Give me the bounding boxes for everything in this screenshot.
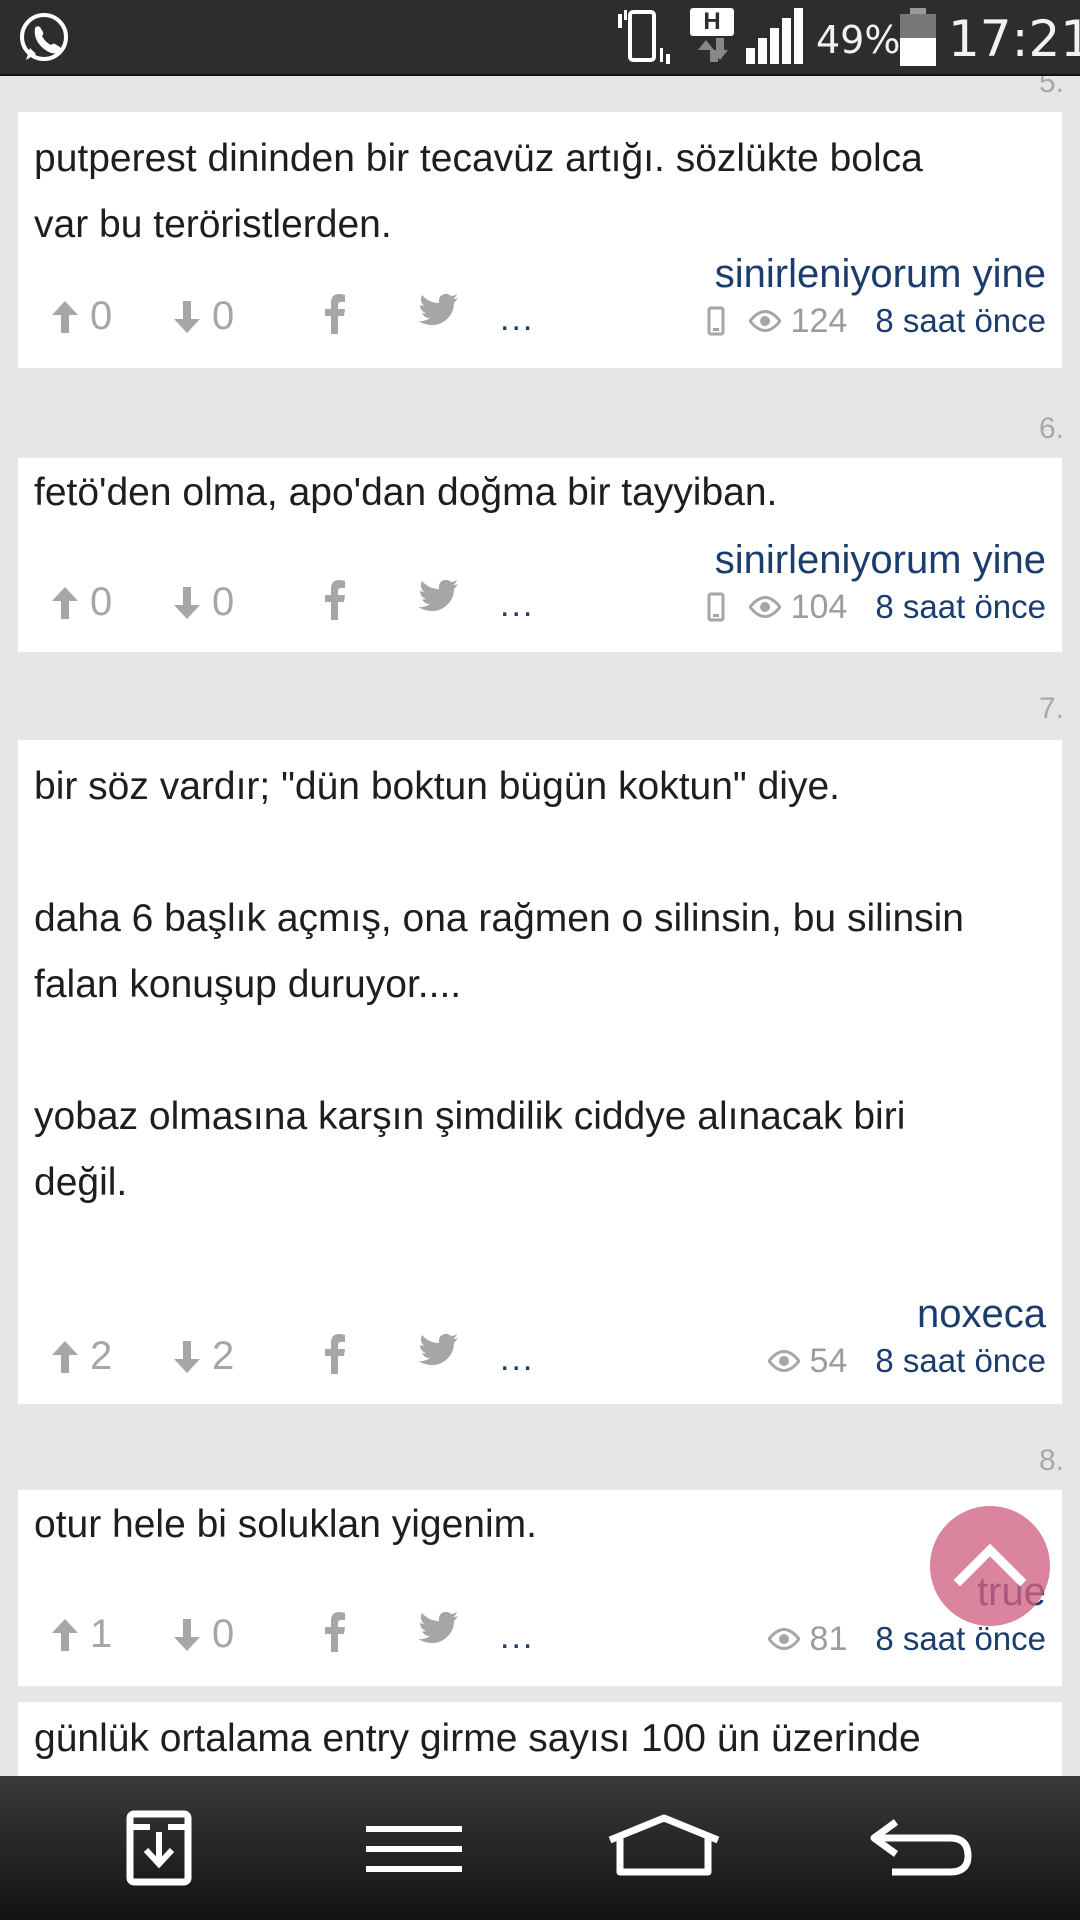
entry-text: günlük ortalama entry girme sayısı 100 ü… bbox=[34, 1717, 921, 1760]
facebook-icon bbox=[325, 1612, 345, 1652]
arrow-up-icon bbox=[52, 1340, 78, 1373]
entry-card: otur hele bi soluklan yigenim. true 1 0 … bbox=[18, 1490, 1062, 1686]
arrow-down-icon bbox=[174, 300, 200, 333]
vibrate-icon bbox=[618, 10, 670, 64]
upvote-count: 0 bbox=[90, 580, 113, 624]
downvote-button[interactable]: 0 bbox=[172, 1612, 234, 1657]
facebook-share-button[interactable] bbox=[324, 294, 346, 334]
navigation-bar bbox=[0, 1776, 1080, 1920]
entry-card: bir söz vardır; "dün boktun bügün koktun… bbox=[18, 740, 1062, 1404]
twitter-share-button[interactable] bbox=[418, 580, 458, 614]
mobile-icon bbox=[707, 592, 725, 622]
facebook-share-button[interactable] bbox=[324, 1612, 346, 1652]
entry-time[interactable]: 8 saat önce bbox=[875, 1342, 1046, 1380]
arrow-down-icon bbox=[174, 1618, 200, 1651]
more-options-button[interactable]: ... bbox=[500, 300, 534, 339]
entry-card: fetö'den olma, apo'dan doğma bir tayyiba… bbox=[18, 458, 1062, 652]
upvote-count: 1 bbox=[90, 1612, 113, 1656]
whatsapp-icon bbox=[20, 13, 68, 61]
entry-number: 5. bbox=[1038, 76, 1064, 99]
twitter-icon bbox=[418, 580, 458, 612]
upvote-button[interactable]: 1 bbox=[50, 1612, 112, 1657]
twitter-share-button[interactable] bbox=[418, 1612, 458, 1646]
view-count: 124 bbox=[790, 301, 848, 340]
network-type-label: H bbox=[690, 8, 734, 36]
entry-author[interactable]: sinirleniyorum yine bbox=[715, 538, 1046, 583]
upvote-button[interactable]: 0 bbox=[50, 580, 112, 625]
status-bar: H 49% 17:21 bbox=[0, 0, 1080, 76]
facebook-share-button[interactable] bbox=[324, 1334, 346, 1374]
eye-icon bbox=[748, 310, 781, 332]
entry-number: 7. bbox=[1038, 692, 1064, 725]
entry-author[interactable]: sinirleniyorum yine bbox=[715, 252, 1046, 297]
facebook-icon bbox=[325, 1334, 345, 1374]
scroll-to-top-button[interactable] bbox=[930, 1506, 1050, 1626]
entry-text: otur hele bi soluklan yigenim. bbox=[34, 1503, 537, 1546]
downvote-count: 0 bbox=[212, 294, 235, 338]
arrow-up-icon bbox=[52, 1618, 78, 1651]
eye-icon bbox=[748, 596, 781, 618]
network-type-icon: H bbox=[690, 8, 738, 66]
downvote-button[interactable]: 0 bbox=[172, 580, 234, 625]
view-count: 81 bbox=[809, 1619, 848, 1658]
facebook-icon bbox=[325, 580, 345, 620]
entry-time[interactable]: 8 saat önce bbox=[875, 302, 1046, 340]
eye-icon bbox=[767, 1350, 800, 1372]
arrow-up-icon bbox=[52, 300, 78, 333]
entry-text: fetö'den olma, apo'dan doğma bir tayyiba… bbox=[34, 471, 778, 514]
more-options-button[interactable]: ... bbox=[500, 1340, 534, 1379]
twitter-share-button[interactable] bbox=[418, 294, 458, 328]
twitter-icon bbox=[418, 1612, 458, 1644]
battery-percent: 49% bbox=[816, 18, 901, 62]
entry-card: putperest dininden bir tecavüz artığı. s… bbox=[18, 112, 1062, 368]
upvote-button[interactable]: 2 bbox=[50, 1334, 112, 1379]
downvote-count: 2 bbox=[212, 1334, 235, 1378]
downvote-count: 0 bbox=[212, 1612, 235, 1656]
arrow-up-icon bbox=[52, 586, 78, 619]
facebook-icon bbox=[325, 294, 345, 334]
entry-card: günlük ortalama entry girme sayısı 100 ü… bbox=[18, 1702, 1062, 1776]
twitter-share-button[interactable] bbox=[418, 1334, 458, 1368]
download-icon[interactable] bbox=[126, 1810, 192, 1886]
entry-author[interactable]: noxeca bbox=[917, 1292, 1046, 1337]
home-icon[interactable] bbox=[606, 1814, 722, 1876]
clock: 17:21 bbox=[948, 10, 1080, 68]
arrow-down-icon bbox=[174, 586, 200, 619]
twitter-icon bbox=[418, 1334, 458, 1366]
facebook-share-button[interactable] bbox=[324, 580, 346, 620]
battery-icon bbox=[900, 8, 936, 66]
view-count: 54 bbox=[809, 1341, 848, 1380]
entry-number: 8. bbox=[1038, 1444, 1064, 1477]
view-count: 104 bbox=[790, 587, 848, 626]
entry-time[interactable]: 8 saat önce bbox=[875, 588, 1046, 626]
upvote-count: 0 bbox=[90, 294, 113, 338]
downvote-button[interactable]: 2 bbox=[172, 1334, 234, 1379]
downvote-count: 0 bbox=[212, 580, 235, 624]
entry-feed[interactable]: 5. putperest dininden bir tecavüz artığı… bbox=[0, 76, 1080, 1776]
downvote-button[interactable]: 0 bbox=[172, 294, 234, 339]
back-icon[interactable] bbox=[866, 1816, 974, 1878]
signal-icon bbox=[746, 8, 803, 64]
upvote-count: 2 bbox=[90, 1334, 113, 1378]
arrow-down-icon bbox=[174, 1340, 200, 1373]
chevron-up-icon bbox=[953, 1543, 1027, 1587]
menu-icon[interactable] bbox=[366, 1824, 462, 1874]
twitter-icon bbox=[418, 294, 458, 326]
mobile-icon bbox=[707, 306, 725, 336]
more-options-button[interactable]: ... bbox=[500, 1618, 534, 1657]
upvote-button[interactable]: 0 bbox=[50, 294, 112, 339]
entry-text: putperest dininden bir tecavüz artığı. s… bbox=[34, 137, 923, 246]
entry-text: bir söz vardır; "dün boktun bügün koktun… bbox=[34, 765, 964, 1204]
eye-icon bbox=[767, 1628, 800, 1650]
entry-number: 6. bbox=[1038, 412, 1064, 445]
more-options-button[interactable]: ... bbox=[500, 586, 534, 625]
